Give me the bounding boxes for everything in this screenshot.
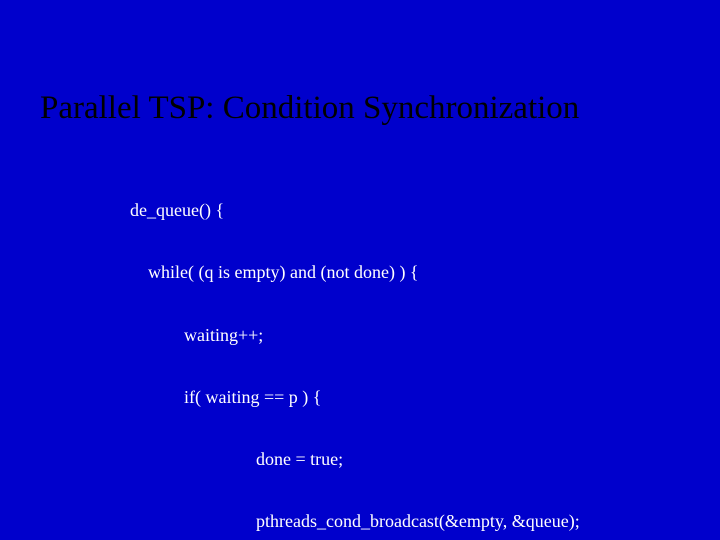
code-line: pthreads_cond_broadcast(&empty, &queue); xyxy=(130,511,720,532)
code-block: de_queue() { while( (q is empty) and (no… xyxy=(0,159,720,540)
code-line: done = true; xyxy=(130,449,720,470)
code-line: if( waiting == p ) { xyxy=(130,387,720,408)
code-line: while( (q is empty) and (not done) ) { xyxy=(130,262,720,283)
code-line: waiting++; xyxy=(130,325,720,346)
slide: Parallel TSP: Condition Synchronization … xyxy=(0,0,720,540)
slide-title: Parallel TSP: Condition Synchronization xyxy=(0,0,720,127)
code-line: de_queue() { xyxy=(130,200,720,221)
